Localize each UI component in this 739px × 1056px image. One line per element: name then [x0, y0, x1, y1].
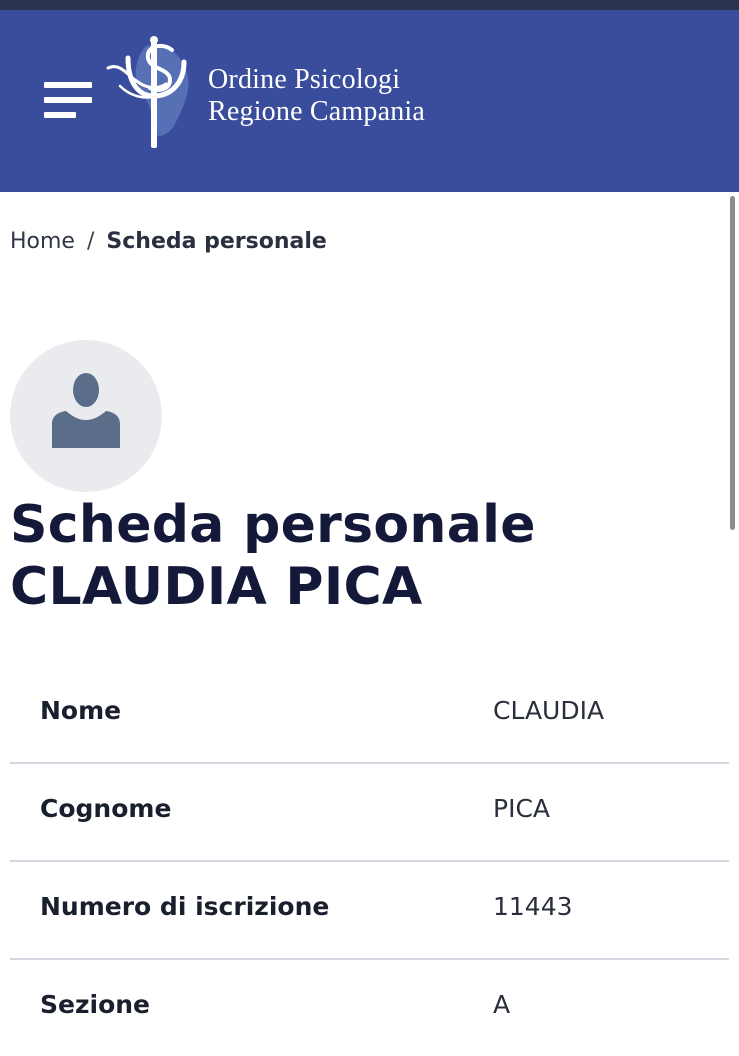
page-title-name: CLAUDIA PICA — [10, 557, 423, 617]
row-label: Sezione — [40, 990, 151, 1019]
breadcrumb: Home / Scheda personale — [10, 226, 327, 258]
psi-logo-icon[interactable] — [100, 32, 200, 148]
row-value: CLAUDIA — [493, 696, 605, 725]
breadcrumb-home-link[interactable]: Home — [10, 229, 75, 254]
org-name[interactable]: Ordine Psicologi Regione Campania — [208, 64, 425, 128]
table-row: Nome CLAUDIA — [10, 666, 729, 764]
row-label: Numero di iscrizione — [40, 892, 330, 921]
hamburger-menu-icon[interactable] — [44, 82, 92, 122]
page-scrollbar[interactable] — [730, 196, 735, 530]
row-label: Nome — [40, 696, 122, 725]
avatar — [10, 340, 162, 492]
user-placeholder-icon — [52, 373, 120, 448]
page-title: Scheda personale CLAUDIA PICA — [10, 494, 536, 618]
top-status-strip — [0, 0, 739, 10]
personal-details-table: Nome CLAUDIA Cognome PICA Numero di iscr… — [10, 666, 729, 1056]
breadcrumb-current: Scheda personale — [106, 229, 327, 254]
row-value: PICA — [493, 794, 551, 823]
breadcrumb-separator: / — [86, 229, 95, 254]
row-label: Cognome — [40, 794, 172, 823]
row-value: A — [493, 990, 511, 1019]
page-title-line1: Scheda personale — [10, 495, 536, 555]
table-row: Cognome PICA — [10, 764, 729, 862]
org-name-line2: Regione Campania — [208, 96, 426, 127]
org-name-line1: Ordine Psicologi — [208, 64, 401, 95]
row-value: 11443 — [493, 892, 573, 921]
table-row: Numero di iscrizione 11443 — [10, 862, 729, 960]
table-row: Sezione A — [10, 960, 729, 1056]
site-header: Ordine Psicologi Regione Campania — [0, 10, 739, 192]
